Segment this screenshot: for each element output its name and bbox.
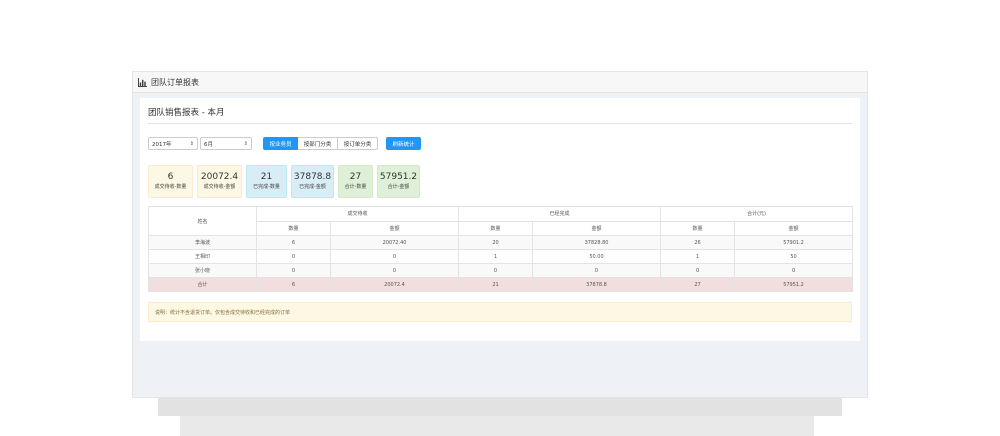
table-cell: 1 xyxy=(458,249,534,264)
stat-value: 20072.4 xyxy=(200,172,239,182)
table-cell: 0 xyxy=(256,249,331,264)
window-title: 团队订单报表 xyxy=(151,77,199,87)
column-header: 数量 xyxy=(660,220,736,236)
table-cell: 0 xyxy=(660,263,736,278)
tab-by-department[interactable]: 按部门分类 xyxy=(298,137,338,150)
column-header: 数量 xyxy=(256,220,331,236)
table-cell: 20072.4 xyxy=(329,277,460,292)
column-header: 金额 xyxy=(734,220,854,236)
stat-cards: 6 成交待收-数量 20072.4 成交待收-金额 21 已完成-数量 3787… xyxy=(148,165,420,198)
table-cell: 0 xyxy=(734,263,854,278)
name-header: 姓名 xyxy=(148,206,257,236)
month-select-value: 6月 xyxy=(204,141,213,148)
column-header: 金额 xyxy=(532,220,662,236)
stat-label: 合计-数量 xyxy=(344,184,367,190)
table-cell: 1 xyxy=(660,249,736,264)
report-note: 说明：统计不含退货订单。仅包含成交待收和已经完成的订单 xyxy=(148,302,852,322)
table-cell: 李海波 xyxy=(148,235,257,250)
tab-by-salesperson[interactable]: 按业务员 xyxy=(263,137,298,150)
table-cell: 张小晓 xyxy=(148,263,257,278)
panel-title: 团队销售报表 - 本月 xyxy=(148,106,852,124)
year-select[interactable]: 2017年 ⇕ xyxy=(148,137,198,150)
table-cell: 20 xyxy=(458,235,534,250)
group-header: 成交待收 xyxy=(255,206,460,222)
total-row: 合计 6 20072.4 21 37878.8 27 57951.2 xyxy=(148,277,854,292)
year-select-value: 2017年 xyxy=(152,141,172,148)
table-cell: 0 xyxy=(329,249,460,264)
table-row: 张小晓 0 0 0 0 0 0 xyxy=(148,263,854,278)
stat-label: 已完成-数量 xyxy=(253,184,280,190)
group-by-tabs: 按业务员 按部门分类 按订单分类 xyxy=(263,137,378,150)
select-arrow-icon: ⇕ xyxy=(189,140,194,147)
table-cell: 37828.80 xyxy=(532,235,662,250)
table-cell: 57901.2 xyxy=(734,235,854,250)
stat-card: 27 合计-数量 xyxy=(338,165,373,198)
stat-card: 20072.4 成交待收-金额 xyxy=(197,165,242,198)
stat-value: 21 xyxy=(260,172,273,182)
table-cell: 20072.40 xyxy=(329,235,460,250)
select-arrow-icon: ⇕ xyxy=(243,140,248,147)
table-cell: 57951.2 xyxy=(734,277,854,292)
stat-value: 57951.2 xyxy=(379,172,418,182)
stat-label: 成交待收-金额 xyxy=(203,184,236,190)
stat-card: 21 已完成-数量 xyxy=(246,165,287,198)
table-cell: 合计 xyxy=(148,277,257,292)
tab-by-order-type[interactable]: 按订单分类 xyxy=(338,137,378,150)
sales-table: 姓名 成交待收 已经完成 合计(元) 数量 金额 数量 金额 数量 金额 李海波… xyxy=(148,206,854,292)
table-cell: 27 xyxy=(660,277,736,292)
stat-label: 合计-金额 xyxy=(387,184,410,190)
refresh-stats-button[interactable]: 刷新统计 xyxy=(386,137,421,150)
table-cell: 21 xyxy=(458,277,534,292)
table-cell: 37878.8 xyxy=(532,277,662,292)
month-select[interactable]: 6月 ⇕ xyxy=(200,137,252,150)
table-cell: 50 xyxy=(734,249,854,264)
report-panel: 团队销售报表 - 本月 2017年 ⇕ 6月 ⇕ 按业务员 按部门分类 按订单分… xyxy=(140,98,860,341)
table-cell: 50.00 xyxy=(532,249,662,264)
table-row: 王相印 0 0 1 50.00 1 50 xyxy=(148,249,854,264)
table-cell: 26 xyxy=(660,235,736,250)
bar-chart-icon xyxy=(138,77,147,87)
table-cell: 0 xyxy=(458,263,534,278)
stat-card: 37878.8 已完成-金额 xyxy=(291,165,334,198)
report-window: 团队订单报表 团队销售报表 - 本月 2017年 ⇕ 6月 ⇕ 按业务员 按部门… xyxy=(132,71,868,398)
window-header: 团队订单报表 xyxy=(133,72,867,93)
column-header: 金额 xyxy=(329,220,460,236)
stat-value: 6 xyxy=(167,172,174,182)
table-cell: 6 xyxy=(256,235,331,250)
stat-card: 6 成交待收-数量 xyxy=(148,165,193,198)
group-header: 合计(元) xyxy=(660,206,854,222)
stat-label: 已完成-金额 xyxy=(299,184,326,190)
group-header: 已经完成 xyxy=(458,206,662,222)
filter-controls: 2017年 ⇕ 6月 ⇕ 按业务员 按部门分类 按订单分类 刷新统计 xyxy=(148,137,421,150)
table-cell: 6 xyxy=(256,277,331,292)
table-cell: 0 xyxy=(329,263,460,278)
stat-value: 37878.8 xyxy=(293,172,332,182)
column-header: 数量 xyxy=(458,220,534,236)
table-cell: 王相印 xyxy=(148,249,257,264)
table-cell: 0 xyxy=(532,263,662,278)
table-cell: 0 xyxy=(256,263,331,278)
stat-label: 成交待收-数量 xyxy=(154,184,187,190)
stat-value: 27 xyxy=(349,172,362,182)
table-row: 李海波 6 20072.40 20 37828.80 26 57901.2 xyxy=(148,235,854,250)
stat-card: 57951.2 合计-金额 xyxy=(377,165,420,198)
